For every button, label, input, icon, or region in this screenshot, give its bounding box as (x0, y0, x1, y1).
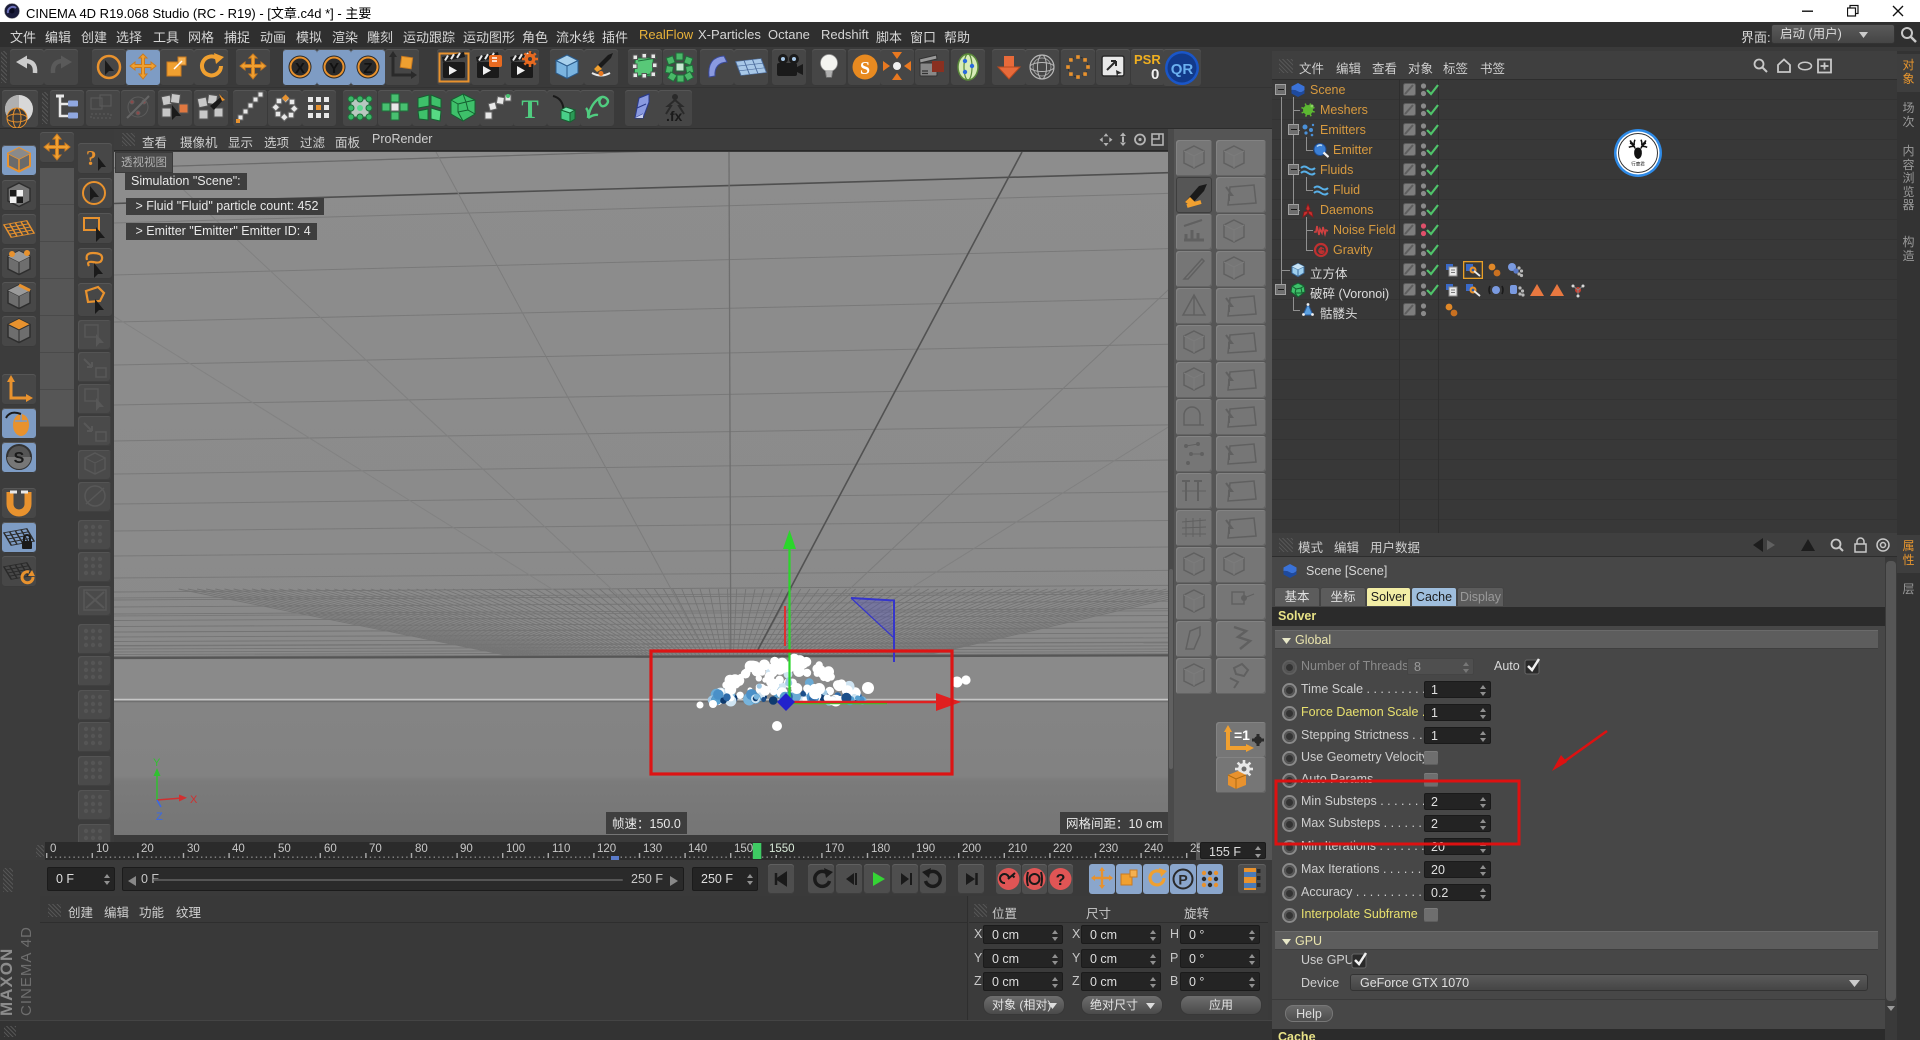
svg-text:?: ? (1056, 872, 1066, 889)
svg-text:T: T (521, 95, 538, 124)
svg-text:.fx: .fx (666, 108, 683, 124)
svg-text:行鹿君: 行鹿君 (1631, 161, 1645, 168)
svg-text:Z: Z (156, 811, 163, 823)
svg-text:PSR: PSR (1134, 52, 1161, 67)
svg-text:S: S (14, 450, 25, 467)
svg-text:Y: Y (153, 757, 161, 769)
svg-text:S: S (860, 58, 870, 78)
svg-text:P: P (1178, 872, 1187, 888)
svg-text:X: X (190, 794, 198, 806)
svg-text:Y: Y (329, 60, 339, 77)
svg-text:0: 0 (1151, 66, 1159, 83)
svg-text:QR: QR (1171, 61, 1194, 78)
svg-text:X: X (295, 60, 305, 77)
svg-text:?: ? (86, 146, 97, 170)
svg-text:=1: =1 (1234, 727, 1250, 743)
svg-text:G: G (1318, 246, 1325, 256)
svg-text:Z: Z (363, 60, 372, 77)
